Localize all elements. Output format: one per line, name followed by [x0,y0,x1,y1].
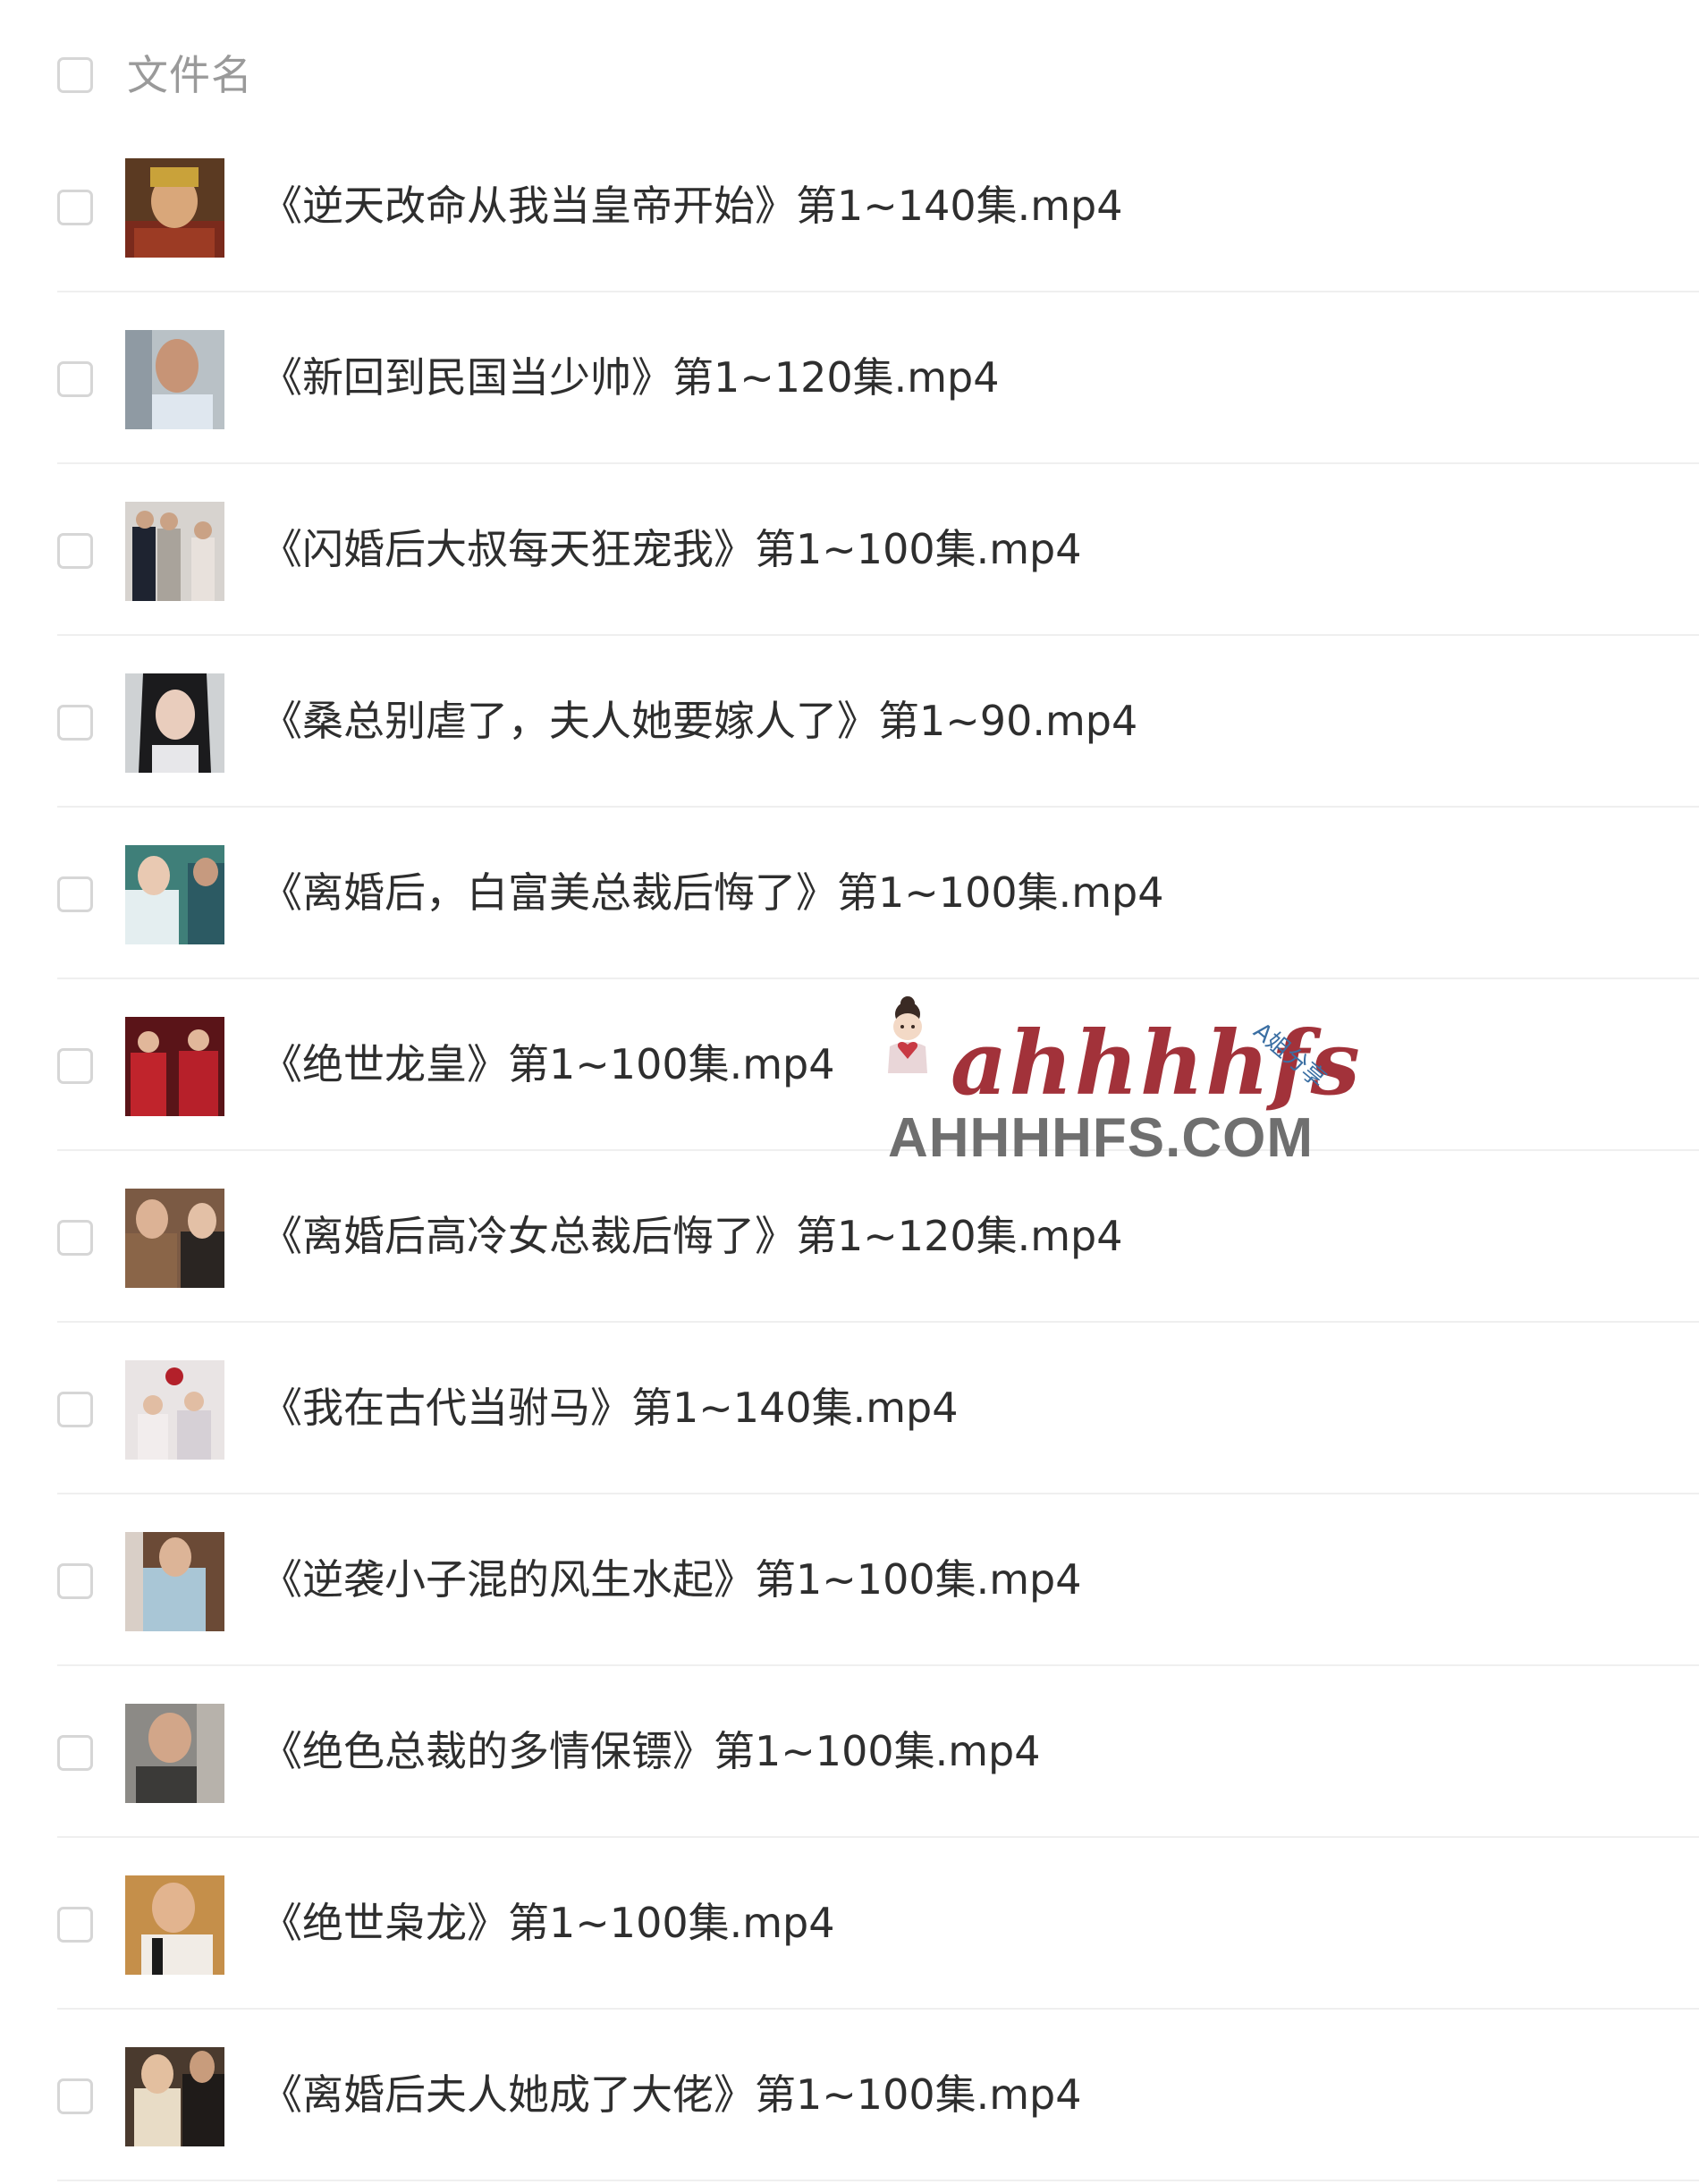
file-checkbox[interactable] [57,2078,93,2114]
file-checkbox[interactable] [57,876,93,912]
file-checkbox[interactable] [57,1220,93,1256]
file-name[interactable]: 《绝世枭龙》第1~100集.mp4 [261,1892,835,1954]
video-thumbnail-image [125,502,224,601]
file-checkbox[interactable] [57,361,93,397]
file-row[interactable]: 《我在古代当驸马》第1~140集.mp4 [0,1323,1699,1494]
watermark-girl-icon [888,996,927,1073]
video-thumbnail-image [125,2047,224,2146]
video-thumbnail[interactable] [125,1360,224,1460]
video-thumbnail[interactable] [125,158,224,258]
file-list: 文件名 《逆天改命从我当皇帝开始》第1~140集.mp4 《新回到民国当少帅》第… [0,0,1699,2184]
file-name[interactable]: 《离婚后夫人她成了大佬》第1~100集.mp4 [261,2063,1082,2126]
video-thumbnail[interactable] [125,1017,224,1116]
select-all-checkbox[interactable] [57,57,93,93]
file-rows: 《逆天改命从我当皇帝开始》第1~140集.mp4 《新回到民国当少帅》第1~12… [0,121,1699,2181]
file-row[interactable]: 《绝世枭龙》第1~100集.mp4 [0,1838,1699,2010]
file-row[interactable]: 《桑总别虐了，夫人她要嫁人了》第1~90.mp4 [0,636,1699,808]
file-checkbox[interactable] [57,190,93,225]
file-name[interactable]: 《桑总别虐了，夫人她要嫁人了》第1~90.mp4 [261,690,1137,752]
video-thumbnail-image [125,1704,224,1803]
file-name[interactable]: 《绝世龙皇》第1~100集.mp4 [261,1033,835,1096]
file-checkbox[interactable] [57,1563,93,1599]
watermark: ahhhhfs A姐分享 AHHHHFS.COM [872,993,1373,1181]
file-name[interactable]: 《离婚后，白富美总裁后悔了》第1~100集.mp4 [261,861,1164,924]
file-row[interactable]: 《绝色总裁的多情保镖》第1~100集.mp4 [0,1666,1699,1838]
file-name[interactable]: 《闪婚后大叔每天狂宠我》第1~100集.mp4 [261,518,1082,580]
video-thumbnail-image [125,158,224,258]
video-thumbnail-image [125,845,224,944]
file-checkbox[interactable] [57,1048,93,1084]
file-row[interactable]: 《闪婚后大叔每天狂宠我》第1~100集.mp4 [0,464,1699,636]
watermark-domain: AHHHHFS.COM [888,1107,1314,1169]
file-name[interactable]: 《绝色总裁的多情保镖》第1~100集.mp4 [261,1720,1041,1782]
file-row[interactable]: 《离婚后夫人她成了大佬》第1~100集.mp4 [0,2010,1699,2181]
file-row[interactable]: 《离婚后，白富美总裁后悔了》第1~100集.mp4 [0,808,1699,979]
file-name[interactable]: 《我在古代当驸马》第1~140集.mp4 [261,1376,959,1439]
file-checkbox[interactable] [57,1735,93,1771]
video-thumbnail[interactable] [125,2047,224,2146]
file-row[interactable]: 《逆天改命从我当皇帝开始》第1~140集.mp4 [0,121,1699,292]
video-thumbnail-image [125,1189,224,1288]
video-thumbnail[interactable] [125,845,224,944]
video-thumbnail-image [125,1017,224,1116]
file-row[interactable]: 《离婚后高冷女总裁后悔了》第1~120集.mp4 [0,1151,1699,1323]
file-checkbox[interactable] [57,1392,93,1427]
file-row[interactable]: 《逆袭小子混的风生水起》第1~100集.mp4 [0,1494,1699,1666]
video-thumbnail[interactable] [125,1189,224,1288]
file-checkbox[interactable] [57,1907,93,1943]
video-thumbnail-image [125,1875,224,1975]
video-thumbnail-image [125,1360,224,1460]
file-name[interactable]: 《离婚后高冷女总裁后悔了》第1~120集.mp4 [261,1205,1123,1267]
video-thumbnail[interactable] [125,1704,224,1803]
video-thumbnail-image [125,673,224,773]
video-thumbnail[interactable] [125,1532,224,1631]
video-thumbnail[interactable] [125,673,224,773]
video-thumbnail[interactable] [125,1875,224,1975]
file-name[interactable]: 《新回到民国当少帅》第1~120集.mp4 [261,346,1000,409]
file-checkbox[interactable] [57,705,93,741]
video-thumbnail-image [125,1532,224,1631]
row-divider [57,2180,1699,2181]
column-header-filename[interactable]: 文件名 [127,45,253,106]
video-thumbnail-image [125,330,224,429]
video-thumbnail[interactable] [125,502,224,601]
file-row[interactable]: 《绝世龙皇》第1~100集.mp4 [0,979,1699,1151]
file-checkbox[interactable] [57,533,93,569]
video-thumbnail[interactable] [125,330,224,429]
file-row[interactable]: 《新回到民国当少帅》第1~120集.mp4 [0,292,1699,464]
file-name[interactable]: 《逆袭小子混的风生水起》第1~100集.mp4 [261,1548,1082,1611]
file-name[interactable]: 《逆天改命从我当皇帝开始》第1~140集.mp4 [261,174,1123,237]
